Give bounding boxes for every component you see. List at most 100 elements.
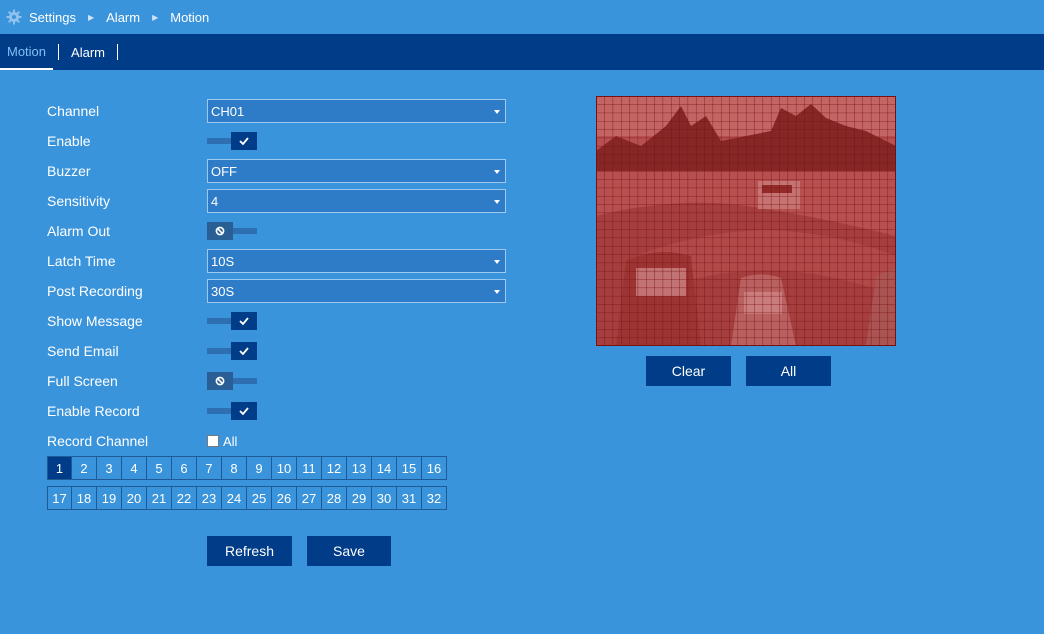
- channel-button-23[interactable]: 23: [197, 486, 222, 510]
- enable-record-row: Enable Record: [47, 396, 517, 426]
- show-message-label: Show Message: [47, 313, 143, 329]
- channel-button-11[interactable]: 11: [297, 456, 322, 480]
- channel-button-28[interactable]: 28: [322, 486, 347, 510]
- record-channel-row: Record Channel All: [47, 426, 517, 456]
- full-screen-toggle[interactable]: [207, 372, 257, 390]
- channel-button-32[interactable]: 32: [422, 486, 447, 510]
- latch-time-select[interactable]: 10S: [207, 249, 506, 273]
- channel-button-29[interactable]: 29: [347, 486, 372, 510]
- tab-alarm[interactable]: Alarm: [64, 34, 112, 70]
- chevron-down-icon: [494, 110, 500, 114]
- channel-button-20[interactable]: 20: [122, 486, 147, 510]
- buzzer-value: OFF: [211, 163, 237, 179]
- channel-button-13[interactable]: 13: [347, 456, 372, 480]
- breadcrumb-alarm[interactable]: Alarm: [106, 10, 140, 25]
- tab-divider: [58, 44, 60, 60]
- channel-grid-row-1: 1 2 3 4 5 6 7 8 9 10 11 12 13 14 15 16: [47, 456, 447, 480]
- checkmark-icon: [231, 312, 257, 330]
- alarm-out-label: Alarm Out: [47, 223, 111, 239]
- channel-button-22[interactable]: 22: [172, 486, 197, 510]
- channel-button-30[interactable]: 30: [372, 486, 397, 510]
- triangle-right-icon: ▶: [87, 12, 95, 22]
- save-button[interactable]: Save: [307, 536, 391, 566]
- channel-button-7[interactable]: 7: [197, 456, 222, 480]
- channel-button-9[interactable]: 9: [247, 456, 272, 480]
- chevron-down-icon: [494, 260, 500, 264]
- buzzer-label: Buzzer: [47, 163, 91, 179]
- channel-button-8[interactable]: 8: [222, 456, 247, 480]
- chevron-down-icon: [494, 170, 500, 174]
- clear-button[interactable]: Clear: [646, 356, 731, 386]
- channel-button-17[interactable]: 17: [47, 486, 72, 510]
- enable-record-toggle[interactable]: [207, 402, 257, 420]
- latch-time-label: Latch Time: [47, 253, 116, 269]
- post-recording-value: 30S: [211, 283, 235, 299]
- show-message-toggle[interactable]: [207, 312, 257, 330]
- buzzer-select[interactable]: OFF: [207, 159, 506, 183]
- alarm-out-row: Alarm Out: [47, 216, 517, 246]
- channel-button-15[interactable]: 15: [397, 456, 422, 480]
- prohibited-icon: [207, 372, 233, 390]
- channel-value: CH01: [211, 103, 245, 119]
- buzzer-row: Buzzer OFF: [47, 156, 517, 186]
- post-recording-select[interactable]: 30S: [207, 279, 506, 303]
- all-checkbox[interactable]: [207, 435, 219, 447]
- prohibited-icon: [207, 222, 233, 240]
- tab-divider: [116, 44, 118, 60]
- chevron-down-icon: [494, 200, 500, 204]
- tab-motion[interactable]: Motion: [0, 34, 54, 70]
- send-email-row: Send Email: [47, 336, 517, 366]
- chevron-down-icon: [494, 290, 500, 294]
- channel-select[interactable]: CH01: [207, 99, 506, 123]
- post-recording-label: Post Recording: [47, 283, 143, 299]
- sensitivity-row: Sensitivity 4: [47, 186, 517, 216]
- channel-button-18[interactable]: 18: [72, 486, 97, 510]
- sensitivity-label: Sensitivity: [47, 193, 111, 209]
- channel-button-1[interactable]: 1: [47, 456, 72, 480]
- record-channel-all[interactable]: All: [207, 434, 237, 449]
- motion-area-preview[interactable]: [596, 96, 896, 346]
- enable-row: Enable: [47, 126, 517, 156]
- all-checkbox-label: All: [223, 433, 238, 449]
- channel-button-16[interactable]: 16: [422, 456, 447, 480]
- tab-bar: Motion Alarm: [0, 34, 1044, 70]
- send-email-toggle[interactable]: [207, 342, 257, 360]
- checkmark-icon: [231, 402, 257, 420]
- channel-button-10[interactable]: 10: [272, 456, 297, 480]
- enable-toggle[interactable]: [207, 132, 257, 150]
- channel-row: Channel CH01: [47, 96, 517, 126]
- channel-button-24[interactable]: 24: [222, 486, 247, 510]
- triangle-right-icon: ▶: [152, 12, 159, 22]
- sensitivity-select[interactable]: 4: [207, 189, 506, 213]
- channel-button-3[interactable]: 3: [97, 456, 122, 480]
- show-message-row: Show Message: [47, 306, 517, 336]
- latch-time-value: 10S: [211, 253, 235, 269]
- channel-button-26[interactable]: 26: [272, 486, 297, 510]
- channel-button-31[interactable]: 31: [397, 486, 422, 510]
- channel-button-4[interactable]: 4: [122, 456, 147, 480]
- select-all-button[interactable]: All: [746, 356, 831, 386]
- channel-button-6[interactable]: 6: [172, 456, 197, 480]
- channel-button-19[interactable]: 19: [97, 486, 122, 510]
- channel-button-25[interactable]: 25: [247, 486, 272, 510]
- full-screen-label: Full Screen: [47, 373, 118, 389]
- channel-button-12[interactable]: 12: [322, 456, 347, 480]
- sensitivity-value: 4: [211, 193, 219, 209]
- channel-button-27[interactable]: 27: [297, 486, 322, 510]
- alarm-out-toggle[interactable]: [207, 222, 257, 240]
- full-screen-row: Full Screen: [47, 366, 517, 396]
- post-recording-row: Post Recording 30S: [47, 276, 517, 306]
- channel-label: Channel: [47, 103, 100, 119]
- channel-button-14[interactable]: 14: [372, 456, 397, 480]
- gear-icon: [6, 9, 22, 25]
- send-email-label: Send Email: [47, 343, 119, 359]
- breadcrumb-settings[interactable]: Settings: [29, 10, 76, 25]
- breadcrumb: Settings ▶ Alarm ▶ Motion: [0, 0, 1044, 34]
- enable-label: Enable: [47, 133, 91, 149]
- breadcrumb-motion: Motion: [170, 9, 210, 25]
- refresh-button[interactable]: Refresh: [207, 536, 292, 566]
- channel-button-2[interactable]: 2: [72, 456, 97, 480]
- channel-button-5[interactable]: 5: [147, 456, 172, 480]
- channel-button-21[interactable]: 21: [147, 486, 172, 510]
- enable-record-label: Enable Record: [47, 403, 140, 419]
